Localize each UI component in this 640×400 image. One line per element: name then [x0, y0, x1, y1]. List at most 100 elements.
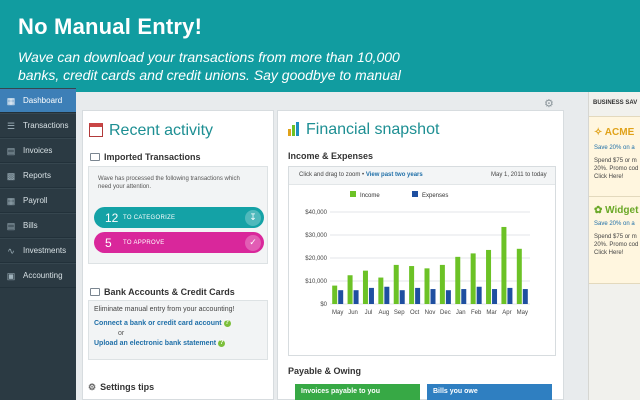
- ad-card-acme[interactable]: ✧ ACME Save 20% on a Spend $75 or m 20%.…: [589, 116, 640, 204]
- list-icon: [90, 153, 100, 161]
- approve-label: TO APPROVE: [123, 239, 165, 246]
- bank-accounts-heading: Bank Accounts & Credit Cards: [90, 287, 235, 297]
- imported-heading-text: Imported Transactions: [104, 152, 201, 162]
- sidebar-item-accounting[interactable]: ▣ Accounting: [0, 263, 76, 288]
- x-tick-label: May: [332, 310, 343, 316]
- y-tick-label: $40,000: [305, 210, 327, 216]
- approve-count: 5: [105, 235, 112, 250]
- income-expenses-plot[interactable]: $40,000 $30,000 $20,000 $10,000 $0 May Jun Jul…: [288, 200, 556, 322]
- ad-logo-icon: ✧: [594, 127, 605, 138]
- expenses-bar: [353, 290, 359, 304]
- investments-icon: ∿: [7, 245, 15, 256]
- expenses-bar: [415, 287, 421, 304]
- zoom-hint-text: Click and drag to zoom •: [299, 172, 365, 178]
- ad-card-widget[interactable]: ✿ Widget Save 20% on a Spend $75 or m 20…: [589, 196, 640, 284]
- connect-bank-text: Connect a bank or credit card account: [94, 320, 222, 327]
- income-bar: [378, 277, 384, 304]
- x-tick-label: May: [517, 310, 528, 316]
- tab-invoices-payable[interactable]: Invoices payable to you: [295, 384, 420, 400]
- payable-owing-heading: Payable & Owing: [288, 366, 362, 376]
- settings-gear-icon[interactable]: ⚙: [544, 97, 554, 110]
- sidebar-item-label: Transactions: [23, 121, 69, 130]
- sidebar-item-label: Reports: [23, 171, 52, 180]
- x-tick-label: Jun: [348, 310, 358, 316]
- expenses-bar: [368, 287, 374, 304]
- ad-widget-name: ✿ Widget: [594, 205, 638, 216]
- sidebar-item-transactions[interactable]: ☰ Transactions: [0, 113, 76, 138]
- x-tick-label: Aug: [379, 310, 390, 316]
- tab-bills-owed[interactable]: Bills you owe: [427, 384, 552, 400]
- x-tick-label: Nov: [425, 310, 436, 316]
- income-bar: [486, 249, 492, 304]
- legend-expenses-swatch: [412, 191, 418, 197]
- sidebar-item-dashboard[interactable]: ▦ Dashboard: [0, 88, 76, 113]
- ad-widget-text-3[interactable]: Click Here!: [594, 249, 623, 257]
- x-axis-labels: May Jun Jul Aug Sep Oct Nov Dec Jan Feb Mar Apr May: [332, 310, 528, 316]
- promo-banner: No Manual Entry! Wave can download your …: [0, 0, 640, 101]
- sidebar-item-bills[interactable]: ▤ Bills: [0, 213, 76, 238]
- sidebar-item-label: Investments: [23, 246, 67, 255]
- approve-button[interactable]: 5 TO APPROVE ✓: [94, 232, 264, 253]
- accounting-icon: ▣: [6, 270, 16, 281]
- x-tick-label: Sep: [394, 310, 405, 316]
- chart-bars: [332, 226, 528, 304]
- business-savings-column: BUSINESS SAV ✧ ACME Save 20% on a Spend …: [588, 92, 640, 400]
- ad-widget-save[interactable]: Save 20% on a: [594, 221, 635, 227]
- income-bar: [409, 266, 415, 304]
- x-tick-label: Feb: [471, 310, 482, 316]
- financial-snapshot-title: Financial snapshot: [306, 121, 440, 138]
- settings-tips-text: Settings tips: [100, 382, 155, 392]
- banner-title: No Manual Entry!: [18, 14, 203, 39]
- upload-statement-text: Upload an electronic bank statement: [94, 340, 217, 347]
- imported-description: Wave has processed the following transac…: [98, 176, 240, 190]
- income-expenses-heading: Income & Expenses: [288, 151, 374, 161]
- categorize-label: TO CATEGORIZE: [123, 214, 176, 221]
- sidebar-item-label: Payroll: [23, 196, 48, 205]
- expenses-bar: [430, 289, 436, 304]
- legend-income: Income: [350, 191, 380, 199]
- x-tick-label: Mar: [486, 310, 496, 316]
- recent-activity-title: Recent activity: [109, 122, 214, 139]
- calendar-icon: [89, 123, 103, 137]
- y-tick-label: $10,000: [305, 279, 327, 285]
- x-tick-label: Jul: [365, 310, 373, 316]
- business-savings-header: BUSINESS SAV: [593, 100, 638, 106]
- ad-acme-text-2: 20%. Promo cod: [594, 166, 639, 172]
- expenses-bar: [445, 290, 451, 304]
- help-icon[interactable]: ?: [223, 320, 231, 327]
- categorize-count: 12: [105, 210, 119, 225]
- sidebar-item-reports[interactable]: ▩ Reports: [0, 163, 76, 188]
- sidebar-item-investments[interactable]: ∿ Investments: [0, 238, 76, 263]
- sidebar-item-invoices[interactable]: ▤ Invoices: [0, 138, 76, 163]
- ad-acme-text-3[interactable]: Click Here!: [594, 173, 623, 181]
- sidebar: ▦ Dashboard ☰ Transactions ▤ Invoices ▩ …: [0, 88, 76, 400]
- income-bar: [439, 264, 445, 304]
- legend-income-swatch: [350, 191, 356, 197]
- sidebar-item-payroll[interactable]: ▦ Payroll: [0, 188, 76, 213]
- transactions-icon: ☰: [6, 120, 16, 131]
- view-past-two-years-link[interactable]: View past two years: [366, 172, 423, 178]
- y-tick-label: $20,000: [305, 256, 327, 262]
- categorize-button[interactable]: 12 TO CATEGORIZE ↧: [94, 207, 264, 228]
- y-axis-labels: $40,000 $30,000 $20,000 $10,000 $0: [305, 210, 327, 308]
- ad-acme-save[interactable]: Save 20% on a: [594, 145, 635, 151]
- bar-chart-icon: [288, 122, 302, 136]
- check-icon: ✓: [245, 234, 261, 251]
- ad-logo-icon: ✿: [594, 205, 606, 216]
- ad-widget-name-text: Widget: [605, 205, 639, 216]
- reports-icon: ▩: [6, 170, 16, 181]
- expenses-bar: [338, 290, 344, 304]
- income-bar: [470, 253, 476, 304]
- date-range[interactable]: May 1, 2011 to today: [491, 172, 547, 178]
- connect-bank-link[interactable]: Connect a bank or credit card account?: [94, 320, 231, 327]
- sidebar-item-label: Dashboard: [23, 96, 63, 105]
- upload-statement-link[interactable]: Upload an electronic bank statement?: [94, 340, 226, 347]
- expenses-bar: [461, 289, 467, 304]
- gear-icon: ⚙: [88, 382, 97, 392]
- x-tick-label: Oct: [410, 310, 420, 316]
- income-bar: [516, 248, 522, 304]
- help-icon[interactable]: ?: [218, 340, 226, 347]
- card-icon: [90, 288, 100, 296]
- sidebar-item-label: Bills: [23, 221, 38, 230]
- legend-expenses: Expenses: [412, 191, 448, 199]
